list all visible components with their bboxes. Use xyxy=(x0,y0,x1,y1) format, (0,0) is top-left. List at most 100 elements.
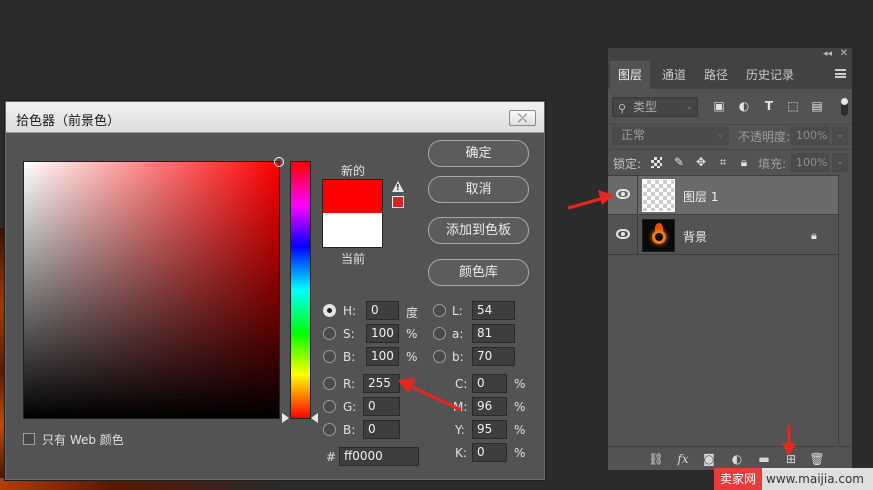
radio-lab-b[interactable] xyxy=(433,350,446,363)
y-unit: % xyxy=(514,423,526,437)
trash-icon[interactable]: 🗑︎ xyxy=(809,451,825,467)
eye-icon[interactable] xyxy=(616,189,630,199)
shape-filter-icon[interactable]: ⬚ xyxy=(786,99,800,113)
m-field[interactable]: 96 xyxy=(472,397,507,416)
layer-thumbnail[interactable] xyxy=(642,219,675,252)
web-colors-checkbox[interactable] xyxy=(23,433,35,445)
radio-h[interactable] xyxy=(323,304,336,317)
radio-b[interactable] xyxy=(323,350,336,363)
c-label: C: xyxy=(455,377,468,391)
blue-field[interactable]: 0 xyxy=(363,420,400,439)
ok-button[interactable]: 确定 xyxy=(428,140,529,167)
tab-layers[interactable]: 图层 xyxy=(610,61,651,89)
collapse-icon[interactable]: ◂◂ xyxy=(823,49,832,59)
color-picker-dialog: 拾色器（前景色） ⤫ 新的 当前 ! 确定 取消 添加到色板 颜色库 H: 0 … xyxy=(5,101,545,480)
layer-name[interactable]: 图层 1 xyxy=(683,188,718,205)
hue-slider[interactable] xyxy=(290,161,311,419)
eye-icon[interactable] xyxy=(616,229,630,239)
tab-channels[interactable]: 通道 xyxy=(654,61,694,89)
panel-header[interactable]: ◂◂ ✕ xyxy=(608,48,852,61)
radio-blue[interactable] xyxy=(323,423,336,436)
k-field[interactable]: 0 xyxy=(472,443,507,462)
close-icon[interactable]: ⤫ xyxy=(509,110,536,126)
cancel-button[interactable]: 取消 xyxy=(428,176,529,203)
color-cursor[interactable] xyxy=(274,157,284,167)
new-color-swatch xyxy=(322,179,383,213)
mask-icon[interactable]: ◙ xyxy=(701,451,717,467)
s-field[interactable]: 100 xyxy=(366,324,399,343)
s-label: S: xyxy=(343,327,355,341)
lock-pixels-icon[interactable]: ✎ xyxy=(672,155,686,169)
lock-transparency-icon[interactable] xyxy=(651,157,662,168)
radio-r[interactable] xyxy=(323,377,336,390)
saturation-brightness-field[interactable] xyxy=(23,157,284,419)
lock-all-icon[interactable]: 🔒︎ xyxy=(737,155,751,169)
dialog-titlebar[interactable]: 拾色器（前景色） ⤫ xyxy=(6,102,544,133)
tab-paths[interactable]: 路径 xyxy=(696,61,736,89)
link-icon[interactable]: ⛓ xyxy=(648,451,664,467)
l-label: L: xyxy=(452,304,463,318)
current-color-swatch[interactable] xyxy=(322,213,383,248)
fx-icon[interactable]: fx xyxy=(675,451,691,467)
hue-slider-handle-left[interactable] xyxy=(282,413,289,423)
layers-scrollbar[interactable] xyxy=(838,175,852,445)
blend-mode-select[interactable]: 正常 ⌄ xyxy=(612,126,729,145)
y-field[interactable]: 95 xyxy=(472,420,507,439)
m-label: M: xyxy=(453,400,468,414)
radio-s[interactable] xyxy=(323,327,336,340)
h-field[interactable]: 0 xyxy=(366,301,399,320)
layer-row[interactable]: 背景 🔒︎ xyxy=(608,216,838,255)
b-field[interactable]: 100 xyxy=(366,347,399,366)
divider xyxy=(637,176,638,215)
fill-label: 填充: xyxy=(758,157,787,171)
b-label: B: xyxy=(343,350,356,364)
layers-panel: ◂◂ ✕ 图层 通道 路径 历史记录 ⚲ 类型 ⌄ ▣ ◐ T ⬚ ▤ 正常 ⌄… xyxy=(607,47,853,470)
kind-filter-select[interactable]: ⚲ 类型 ⌄ xyxy=(612,97,698,117)
blend-row: 正常 ⌄ 不透明度: 100% ⌄ xyxy=(608,124,852,146)
panel-menu-icon[interactable] xyxy=(835,69,846,78)
g-field[interactable]: 0 xyxy=(363,397,400,416)
radio-l[interactable] xyxy=(433,304,446,317)
lock-icon: 🔒︎ xyxy=(811,229,817,242)
layer-row[interactable]: 图层 1 xyxy=(608,176,838,215)
folder-icon[interactable]: ▬ xyxy=(756,451,772,467)
adjustment-icon[interactable]: ◐ xyxy=(729,451,745,467)
opacity-label: 不透明度: xyxy=(738,130,791,144)
out-of-gamut-warning-icon[interactable]: ! xyxy=(392,181,404,192)
layer-name[interactable]: 背景 xyxy=(683,228,707,245)
g-label: G: xyxy=(343,400,357,414)
lock-artboard-icon[interactable]: ⌗ xyxy=(716,155,730,169)
dialog-title: 拾色器（前景色） xyxy=(16,114,121,129)
fill-field[interactable]: 100% xyxy=(791,153,829,172)
m-unit: % xyxy=(514,400,526,414)
lock-label: 锁定: xyxy=(613,157,642,171)
lock-row: 锁定: ✎ ✥ ⌗ 🔒︎ 填充: 100% ⌄ xyxy=(608,149,852,173)
new-layer-icon[interactable]: ⊞ xyxy=(783,451,799,467)
image-filter-icon[interactable]: ▣ xyxy=(712,99,726,113)
c-field[interactable]: 0 xyxy=(472,374,507,393)
lab-b-field[interactable]: 70 xyxy=(472,347,515,366)
filter-toggle[interactable] xyxy=(841,98,848,116)
radio-a[interactable] xyxy=(433,327,446,340)
panel-tabbar: 图层 通道 路径 历史记录 xyxy=(608,61,852,89)
opacity-field[interactable]: 100% xyxy=(791,126,829,145)
type-filter-icon[interactable]: T xyxy=(762,99,776,113)
close-icon[interactable]: ✕ xyxy=(840,48,848,59)
radio-g[interactable] xyxy=(323,400,336,413)
a-field[interactable]: 81 xyxy=(472,324,515,343)
hex-field[interactable]: ff0000 xyxy=(339,447,419,466)
gamut-color-swatch[interactable] xyxy=(392,196,404,208)
adjustment-filter-icon[interactable]: ◐ xyxy=(737,99,751,113)
fill-dropdown[interactable]: ⌄ xyxy=(832,153,848,172)
smart-object-filter-icon[interactable]: ▤ xyxy=(810,99,824,113)
tab-history[interactable]: 历史记录 xyxy=(738,61,802,89)
color-libraries-button[interactable]: 颜色库 xyxy=(428,259,529,286)
lock-position-icon[interactable]: ✥ xyxy=(694,155,708,169)
r-field[interactable]: 255 xyxy=(363,374,400,393)
opacity-dropdown[interactable]: ⌄ xyxy=(832,126,848,145)
add-to-swatches-button[interactable]: 添加到色板 xyxy=(428,217,529,244)
layer-thumbnail[interactable] xyxy=(642,179,675,212)
hue-slider-handle-right[interactable] xyxy=(311,413,318,423)
l-field[interactable]: 54 xyxy=(472,301,515,320)
divider xyxy=(637,216,638,255)
